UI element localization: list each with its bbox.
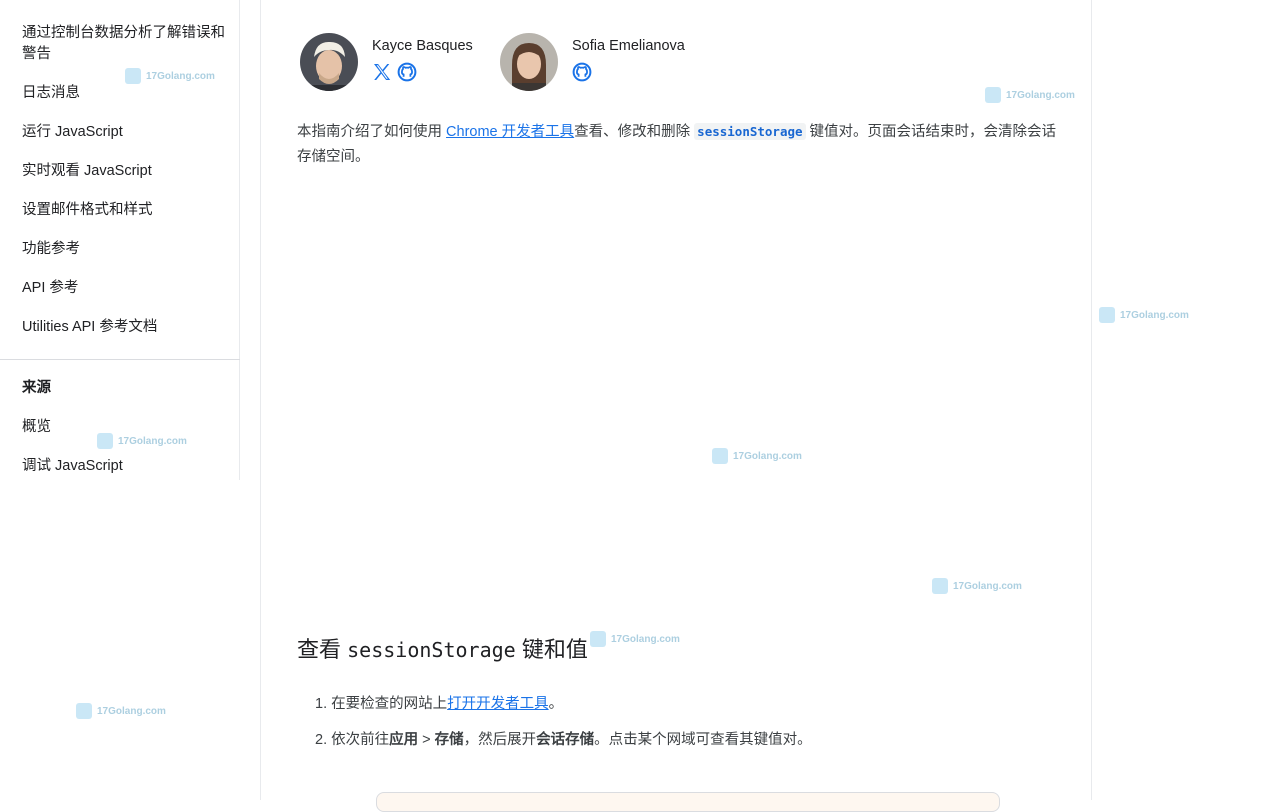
session-storage-code: sessionStorage (694, 123, 806, 140)
watermark-logo-icon (1099, 307, 1115, 323)
heading-code: sessionStorage (347, 638, 516, 662)
section-heading: 查看 sessionStorage 键和值 (297, 634, 588, 666)
watermark-text: 17Golang.com (953, 580, 1022, 592)
watermark-logo-icon (590, 631, 606, 647)
step-number: 1. (315, 696, 328, 712)
intro-text: 查看、修改和删除 (574, 124, 695, 140)
github-icon[interactable] (572, 62, 592, 82)
watermark-text: 17Golang.com (97, 705, 166, 717)
sidebar-item-utilities-api[interactable]: Utilities API 参考文档 (22, 317, 232, 338)
sidebar-nav: 通过控制台数据分析了解错误和警告 日志消息 运行 JavaScript 实时观看… (0, 0, 240, 480)
sidebar-item-log-messages[interactable]: 日志消息 (22, 83, 232, 104)
watermark: 17Golang.com (712, 447, 802, 465)
devtools-screenshot-frame (376, 792, 1000, 812)
watermark: 17Golang.com (932, 577, 1022, 595)
sidebar-item-format-style[interactable]: 设置邮件格式和样式 (22, 200, 232, 221)
watermark: 17Golang.com (76, 702, 166, 720)
sidebar-divider (0, 359, 240, 360)
author-name: Sofia Emelianova (572, 38, 685, 54)
list-item: 1. 在要检查的网站上打开开发者工具。 (315, 692, 563, 716)
sidebar-item-console-insights[interactable]: 通过控制台数据分析了解错误和警告 (22, 23, 232, 65)
github-icon[interactable] (397, 62, 417, 82)
watermark-logo-icon (712, 448, 728, 464)
intro-paragraph: 本指南介绍了如何使用 Chrome 开发者工具查看、修改和删除 sessionS… (297, 119, 1057, 170)
step-text: 在要检查的网站上 (331, 696, 448, 712)
watermark: 17Golang.com (590, 630, 680, 648)
sidebar-section-title: 来源 (22, 380, 51, 396)
watermark-logo-icon (76, 703, 92, 719)
watermark-text: 17Golang.com (1006, 89, 1075, 101)
watermark-text: 17Golang.com (733, 450, 802, 462)
watermark-logo-icon (985, 87, 1001, 103)
sidebar-item-debug-javascript[interactable]: 调试 JavaScript (22, 456, 232, 477)
watermark-logo-icon (932, 578, 948, 594)
step-text: 。 (548, 696, 564, 712)
step-bold-storage: 存储 (434, 732, 464, 748)
x-icon[interactable] (372, 62, 392, 82)
intro-text: 本指南介绍了如何使用 (297, 124, 447, 140)
content-border-left (260, 0, 261, 800)
sidebar-item-api-reference[interactable]: API 参考 (22, 278, 232, 299)
open-devtools-link[interactable]: 打开开发者工具 (447, 696, 549, 712)
author-avatar-sofia (500, 33, 558, 91)
step-text: 。点击某个网域可查看其键值对。 (594, 732, 812, 748)
step-text: ，然后展开 (463, 732, 537, 748)
watermark-text: 17Golang.com (1120, 309, 1189, 321)
list-item: 2. 依次前往应用 > 存储，然后展开会话存储。点击某个网域可查看其键值对。 (315, 728, 812, 752)
watermark-text: 17Golang.com (611, 633, 680, 645)
author-name: Kayce Basques (372, 38, 473, 54)
content-border-right (1091, 0, 1092, 800)
avatar-photo (300, 33, 358, 91)
sidebar-item-features-reference[interactable]: 功能参考 (22, 239, 232, 260)
watermark: 17Golang.com (1099, 306, 1189, 324)
heading-text: 键和值 (515, 637, 588, 662)
author-avatar-kayce (300, 33, 358, 91)
heading-text: 查看 (297, 637, 348, 662)
sidebar-item-overview[interactable]: 概览 (22, 417, 232, 438)
step-bold-application: 应用 (389, 732, 419, 748)
chrome-devtools-link[interactable]: Chrome 开发者工具 (446, 124, 574, 140)
step-separator: > (418, 732, 435, 748)
sidebar-item-run-javascript[interactable]: 运行 JavaScript (22, 122, 232, 143)
step-number: 2. (315, 732, 328, 748)
watermark: 17Golang.com (985, 86, 1075, 104)
avatar-photo (500, 33, 558, 91)
step-bold-session-storage: 会话存储 (536, 732, 595, 748)
sidebar-item-live-expressions[interactable]: 实时观看 JavaScript (22, 161, 232, 182)
step-text: 依次前往 (331, 732, 390, 748)
